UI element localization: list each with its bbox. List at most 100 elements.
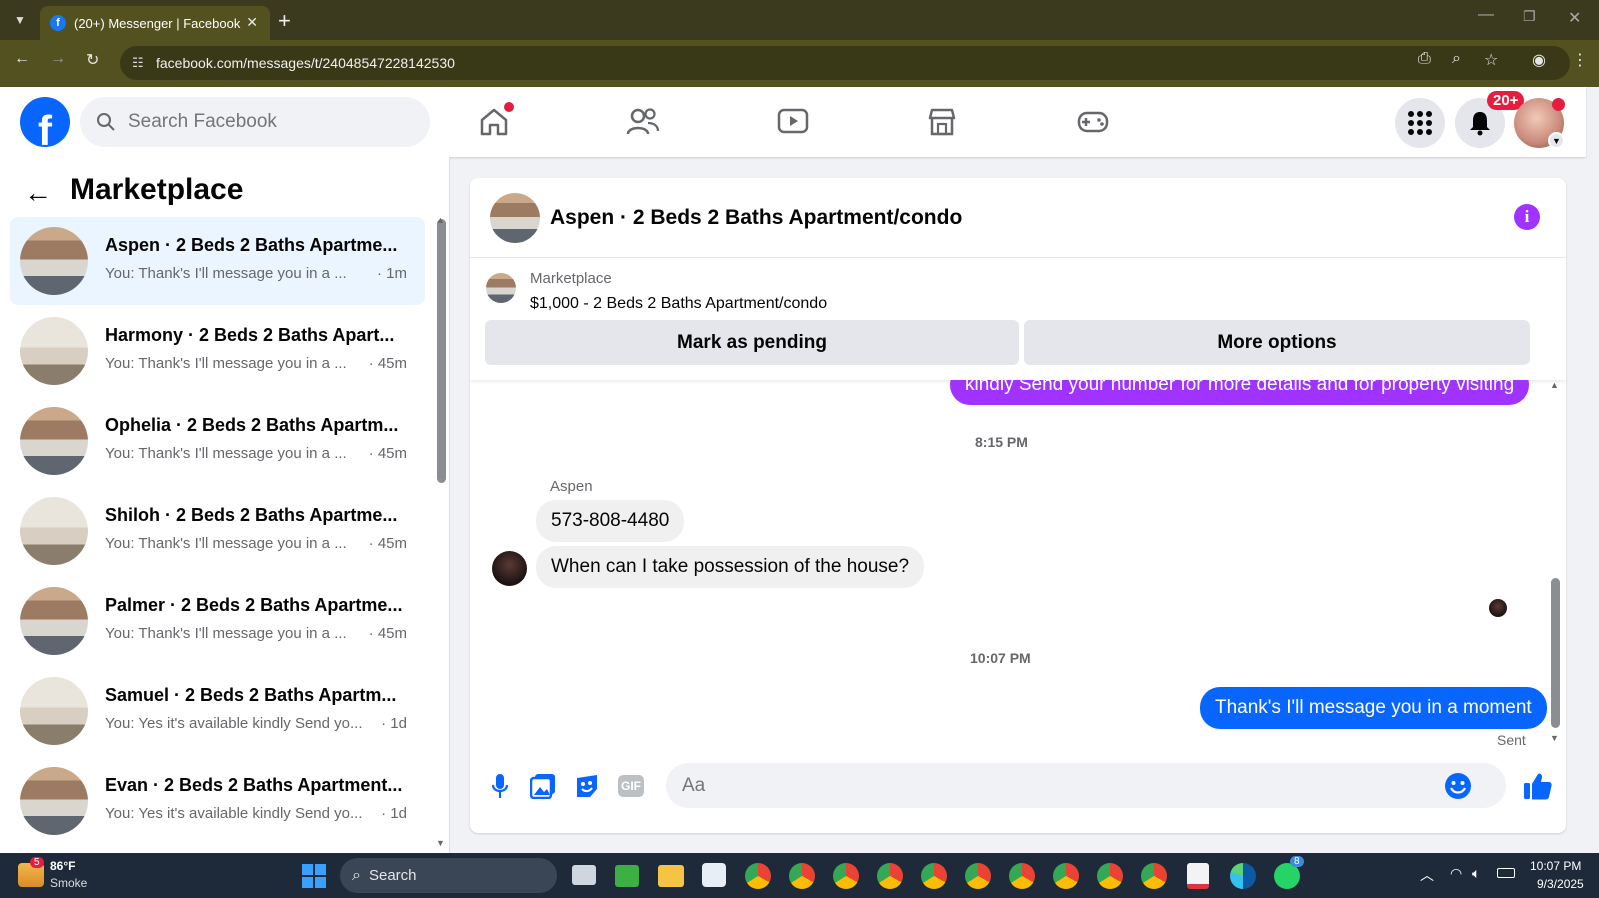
close-window-icon[interactable]: ✕ [1568,8,1581,28]
gaming-icon[interactable] [1073,104,1113,140]
chrome-icon[interactable] [745,863,771,889]
chevron-down-icon[interactable]: ▼ [1548,132,1565,149]
timestamp: 10:07 PM [970,650,1031,666]
chrome-icon[interactable] [1097,863,1123,889]
battery-icon[interactable] [1497,868,1515,878]
weather-desc[interactable]: Smoke [50,876,87,890]
conversation-item[interactable]: Harmony · 2 Beds 2 Baths Apart... You: Th… [10,307,425,395]
gif-icon[interactable]: GIF [616,771,646,801]
task-view-icon[interactable] [572,865,596,885]
video-icon[interactable] [773,104,813,140]
conversation-thumbnail [20,677,88,745]
windows-taskbar: 5 86°F Smoke ⌕ Search 8 ︿ ◠ 🔈︎ 10:07 PM … [0,853,1599,898]
tray-chevron-up-icon[interactable]: ︿ [1420,865,1434,885]
incoming-message-question[interactable]: When can I take possession of the house? [536,546,925,588]
listing-summary[interactable]: $1,000 - 2 Beds 2 Baths Apartment/condo [530,295,827,313]
forward-icon[interactable]: → [50,50,66,68]
account-avatar[interactable]: ▼ [1514,98,1565,149]
conversation-thumbnail [20,587,88,655]
reload-icon[interactable]: ↻ [86,50,99,70]
chat-scroll-down-icon[interactable]: ▼ [1550,733,1559,743]
chrome-icon[interactable] [921,863,947,889]
browser-address-bar: ← → ↻ ☷ facebook.com/messages/t/24048547… [0,40,1599,87]
listing-small-thumbnail[interactable] [486,273,516,303]
chat-scroll-up-icon[interactable]: ▲ [1550,380,1559,390]
conversation-time: · 45m [368,445,407,462]
conversation-item[interactable]: Ophelia · 2 Beds 2 Baths Apartm... You: T… [10,397,425,485]
restore-icon[interactable]: ❐ [1523,8,1536,25]
friends-icon[interactable] [623,104,663,140]
sent-status: Sent [1497,732,1526,745]
photo-icon[interactable] [528,771,558,801]
weather-temp[interactable]: 86°F [50,859,75,873]
site-info-icon[interactable]: ☷ [132,55,144,71]
conversation-name: Evan · 2 Beds 2 Baths Apartment... [105,775,403,795]
conversation-time: · 1d [381,805,407,822]
chrome-icon[interactable] [1053,863,1079,889]
chrome-icon[interactable] [877,863,903,889]
profile-icon[interactable]: ◉ [1532,50,1546,70]
chrome-icon[interactable] [789,863,815,889]
conversation-item[interactable]: Aspen · 2 Beds 2 Baths Apartme... You: Th… [10,217,425,305]
close-tab-icon[interactable]: ✕ [246,14,258,31]
store-icon[interactable] [702,863,726,887]
incoming-message-phone[interactable]: 573-808-4480 [536,500,685,542]
chat-scrollbar[interactable] [1551,578,1560,728]
like-thumbs-up-icon[interactable] [1523,771,1553,801]
green-app-icon[interactable] [615,865,639,887]
taskbar-search[interactable]: ⌕ Search [340,858,557,893]
zoom-icon[interactable]: ⌕ [1452,50,1461,68]
mark-as-pending-button[interactable]: Mark as pending [485,320,1019,365]
chrome-icon[interactable] [965,863,991,889]
back-icon[interactable]: ← [14,50,30,68]
windows-start-icon[interactable] [302,864,326,888]
menu-grid-button[interactable] [1395,98,1445,148]
chat-title[interactable]: Aspen · 2 Beds 2 Baths Apartment/condo [550,206,962,230]
listing-thumbnail[interactable] [490,193,540,243]
chrome-icon[interactable] [1009,863,1035,889]
document-app-icon[interactable] [1187,863,1209,889]
search-input[interactable] [128,111,408,133]
outgoing-message-partial[interactable]: kindly Send your number for more details… [950,380,1530,405]
sidebar-scrollbar[interactable] [437,219,446,483]
marketplace-sidebar: ← Marketplace Aspen · 2 Beds 2 Baths Apa… [0,157,450,853]
clock-date[interactable]: 9/3/2025 [1537,877,1584,891]
facebook-logo-icon[interactable]: f [20,97,70,147]
wifi-icon[interactable]: ◠ [1450,865,1462,882]
home-icon[interactable] [474,102,514,140]
message-input[interactable] [666,763,1506,808]
tab-list-chevron-icon[interactable]: ▼ [10,10,30,30]
chrome-icon[interactable] [833,863,859,889]
scroll-up-icon[interactable]: ▲ [436,215,445,225]
install-app-icon[interactable]: ⎙ [1418,50,1431,68]
minimize-icon[interactable]: — [1478,6,1494,24]
conversation-item[interactable]: Shiloh · 2 Beds 2 Baths Apartme... You: T… [10,487,425,575]
microphone-icon[interactable] [485,771,515,801]
edge-icon[interactable] [1230,863,1256,889]
menu-kebab-icon[interactable]: ⋮ [1572,50,1588,70]
chat-header: Aspen · 2 Beds 2 Baths Apartment/condo i [470,178,1566,258]
url-field[interactable]: ☷ facebook.com/messages/t/24048547228142… [120,46,1570,80]
emoji-icon[interactable] [1443,771,1473,801]
marketplace-icon[interactable] [922,104,962,140]
facebook-search-box[interactable] [80,97,430,147]
conversation-item[interactable]: Palmer · 2 Beds 2 Baths Apartme... You: T… [10,577,425,665]
scroll-down-icon[interactable]: ▼ [436,838,445,848]
more-options-button[interactable]: More options [1024,320,1530,365]
bookmark-star-icon[interactable]: ☆ [1484,50,1498,70]
chrome-icon[interactable] [1141,863,1167,889]
info-icon[interactable]: i [1514,204,1540,230]
sender-avatar[interactable] [492,551,527,586]
file-explorer-icon[interactable] [658,865,684,887]
bell-icon [1470,112,1490,136]
browser-tab[interactable]: f (20+) Messenger | Facebook ✕ [40,6,270,40]
search-icon [97,113,115,131]
clock-time[interactable]: 10:07 PM [1530,859,1581,873]
outgoing-message-reply[interactable]: Thank's I'll message you in a moment [1200,687,1547,729]
volume-icon[interactable]: 🔈︎ [1472,865,1480,882]
conversation-item[interactable]: Samuel · 2 Beds 2 Baths Apartm... You: Ye… [10,667,425,755]
sticker-icon[interactable] [572,771,602,801]
new-tab-icon[interactable]: + [278,8,291,34]
conversation-item[interactable]: Evan · 2 Beds 2 Baths Apartment... You: Y… [10,757,425,845]
back-arrow-icon[interactable]: ← [24,177,52,209]
